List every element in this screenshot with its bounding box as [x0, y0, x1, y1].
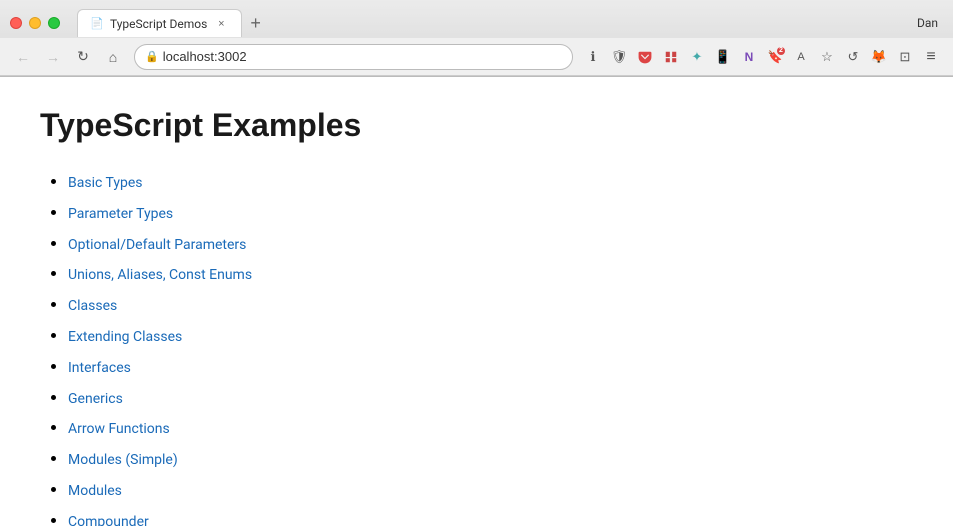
list-item: Interfaces	[68, 353, 913, 382]
tab-favicon-icon: 📄	[90, 17, 104, 31]
list-item: Extending Classes	[68, 322, 913, 351]
page-title: TypeScript Examples	[40, 107, 913, 144]
link-modules[interactable]: Modules	[68, 483, 122, 499]
link-modules-simple[interactable]: Modules (Simple)	[68, 452, 178, 468]
window-controls	[10, 17, 60, 29]
mobile-icon-button[interactable]: 📱	[711, 45, 735, 69]
back-button[interactable]: ←	[10, 44, 36, 70]
tab-close-button[interactable]: ×	[213, 16, 229, 32]
link-optionaldefault-parameters[interactable]: Optional/Default Parameters	[68, 237, 246, 253]
pocket-icon-button[interactable]	[633, 45, 657, 69]
examples-list: Basic Types Parameter Types Optional/Defau…	[40, 168, 913, 526]
list-item: Optional/Default Parameters	[68, 230, 913, 259]
firefox-icon-button[interactable]: 🦊	[867, 45, 891, 69]
maximize-button[interactable]	[48, 17, 60, 29]
list-item: Unions, Aliases, Const Enums	[68, 260, 913, 289]
link-basic-types[interactable]: Basic Types	[68, 175, 143, 191]
tabs-area: 📄 TypeScript Demos × +	[77, 9, 917, 37]
list-item: Basic Types	[68, 168, 913, 197]
refresh2-icon-button[interactable]: ↺	[841, 45, 865, 69]
link-parameter-types[interactable]: Parameter Types	[68, 206, 173, 222]
reader-icon-button[interactable]	[659, 45, 683, 69]
close-button[interactable]	[10, 17, 22, 29]
navigation-toolbar: ← → ↻ ⌂ 🔒 ℹ 🛡 ✦ 📱 N 🔖	[0, 38, 953, 76]
address-bar[interactable]: 🔒	[134, 44, 573, 70]
link-unions-aliases-const-enums[interactable]: Unions, Aliases, Const Enums	[68, 267, 252, 283]
tab-title: TypeScript Demos	[110, 17, 207, 31]
minimize-button[interactable]	[29, 17, 41, 29]
list-item: Parameter Types	[68, 199, 913, 228]
browser-window: 📄 TypeScript Demos × + Dan ← → ↻ ⌂ 🔒 ℹ 🛡	[0, 0, 953, 526]
address-input[interactable]	[163, 49, 562, 64]
list-item: Modules (Simple)	[68, 445, 913, 474]
star-icon-button[interactable]: ☆	[815, 45, 839, 69]
shield-icon-button[interactable]: 🛡	[607, 45, 631, 69]
refresh-button[interactable]: ↻	[70, 44, 96, 70]
window-icon-button[interactable]: ⊡	[893, 45, 917, 69]
list-item: Classes	[68, 291, 913, 320]
forward-button[interactable]: →	[40, 44, 66, 70]
new-tab-button[interactable]: +	[242, 9, 269, 37]
title-bar: 📄 TypeScript Demos × + Dan	[0, 0, 953, 38]
lock-icon: 🔒	[145, 50, 159, 63]
list-item: Compounder	[68, 507, 913, 526]
link-extending-classes[interactable]: Extending Classes	[68, 329, 182, 345]
active-tab[interactable]: 📄 TypeScript Demos ×	[77, 9, 242, 37]
onenote-icon-button[interactable]: N	[737, 45, 761, 69]
link-classes[interactable]: Classes	[68, 298, 117, 314]
badge-icon-button[interactable]: 🔖2	[763, 45, 787, 69]
page-content: TypeScript Examples Basic Types Parameter…	[0, 77, 953, 526]
link-interfaces[interactable]: Interfaces	[68, 360, 131, 376]
toolbar-icons: ℹ 🛡 ✦ 📱 N 🔖2 A ☆ ↺ 🦊 ⊡ ≡	[581, 45, 943, 69]
list-item: Modules	[68, 476, 913, 505]
list-item: Generics	[68, 384, 913, 413]
home-button[interactable]: ⌂	[100, 44, 126, 70]
extension1-icon-button[interactable]: ✦	[685, 45, 709, 69]
list-item: Arrow Functions	[68, 414, 913, 443]
user-label: Dan	[917, 16, 943, 30]
menu-icon-button[interactable]: ≡	[919, 45, 943, 69]
link-arrow-functions[interactable]: Arrow Functions	[68, 421, 170, 437]
reader2-icon-button[interactable]: A	[789, 45, 813, 69]
link-generics[interactable]: Generics	[68, 391, 123, 407]
info-icon-button[interactable]: ℹ	[581, 45, 605, 69]
link-compounder[interactable]: Compounder	[68, 514, 149, 526]
